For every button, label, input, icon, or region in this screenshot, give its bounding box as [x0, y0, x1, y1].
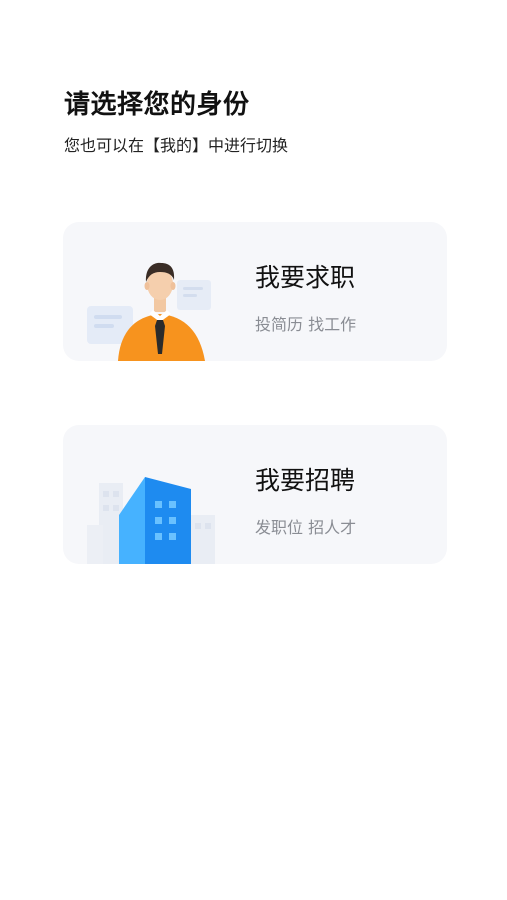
job-seeker-icon	[87, 262, 211, 361]
recruiter-card[interactable]: 我要招聘 发职位 招人才	[63, 425, 447, 564]
company-building-icon	[87, 477, 215, 564]
page-subtitle: 您也可以在【我的】中进行切换	[64, 136, 289, 155]
recruiter-title: 我要招聘	[255, 466, 356, 495]
recruiter-subtitle: 发职位 招人才	[255, 518, 357, 537]
job-seeker-subtitle: 投简历 找工作	[255, 315, 357, 334]
job-seeker-card[interactable]: 我要求职 投简历 找工作	[63, 222, 447, 361]
page-title: 请选择您的身份	[64, 90, 250, 120]
job-seeker-title: 我要求职	[255, 263, 356, 292]
